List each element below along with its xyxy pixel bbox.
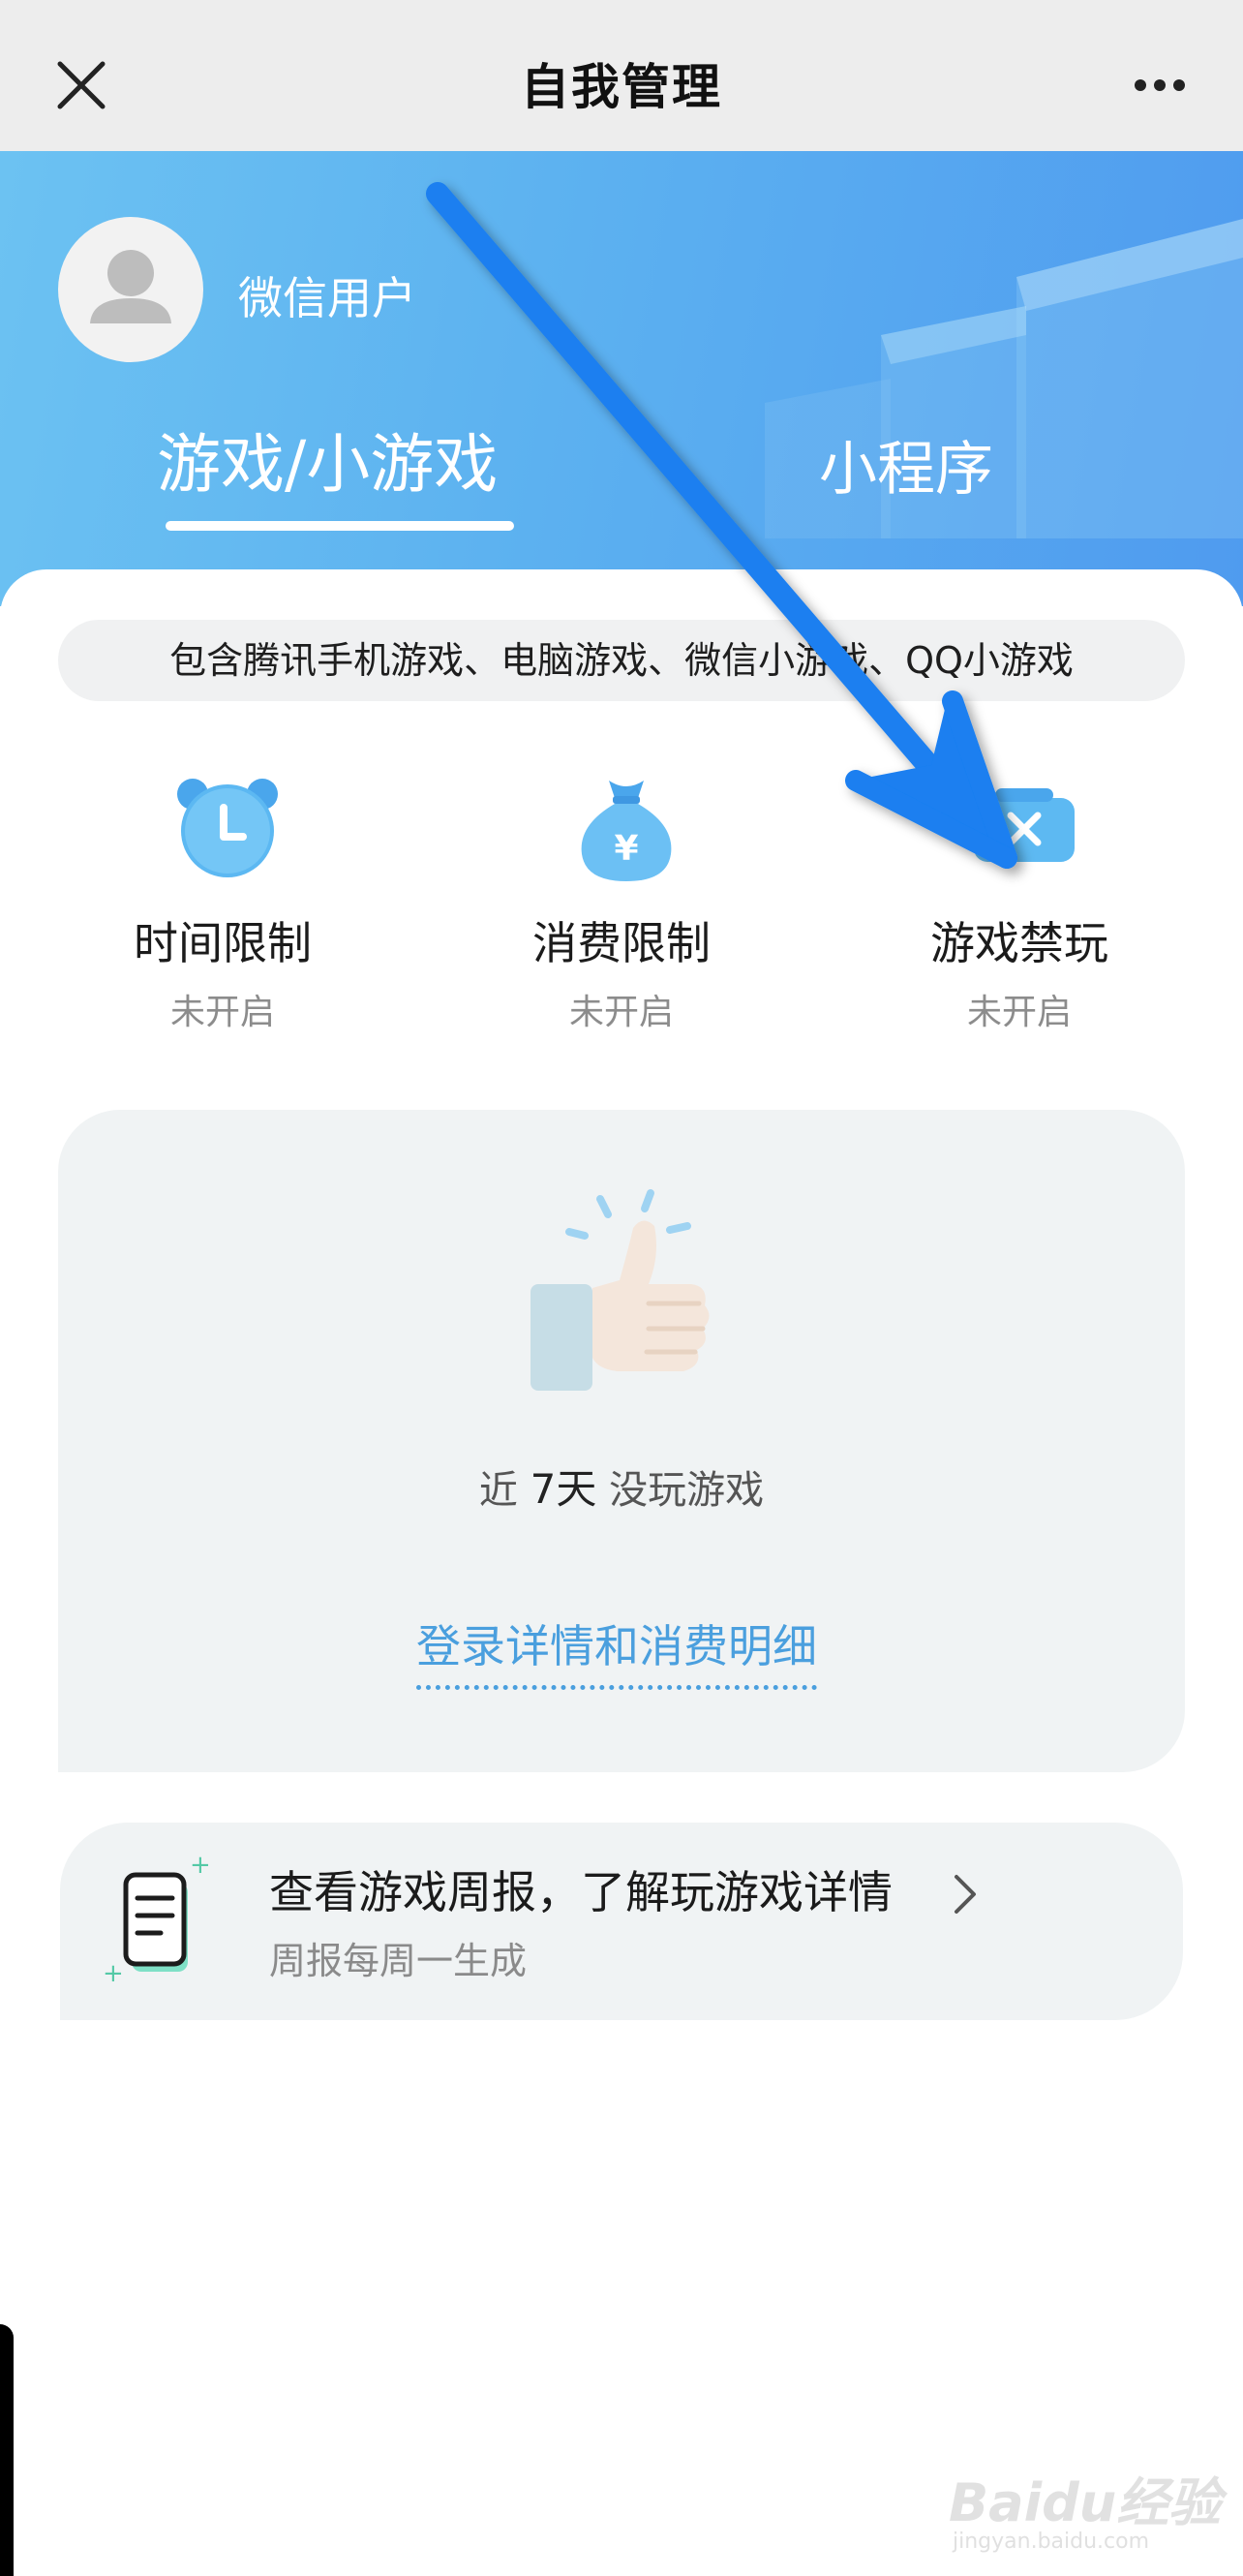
user-silhouette-icon [90, 250, 171, 323]
avatar[interactable] [58, 217, 203, 362]
feature-status: 未开启 [169, 993, 275, 1032]
stats-suffix: 没玩游戏 [609, 1468, 765, 1513]
report-document-icon: + + [105, 1855, 211, 1988]
tab-mini-programs[interactable]: 小程序 [819, 422, 993, 506]
play-stats-panel: 近 7天 没玩游戏 登录详情和消费明细 [58, 1110, 1185, 1772]
login-spending-details-link[interactable]: 登录详情和消费明细 [416, 1611, 817, 1690]
money-bag-icon: ¥ [568, 775, 675, 881]
feature-status: 未开启 [966, 993, 1072, 1032]
watermark-brand: Baidu经验 [949, 2472, 1222, 2533]
feature-label: 游戏禁玩 [930, 917, 1108, 969]
chevron-right-icon [955, 1875, 976, 1914]
weekly-report-banner[interactable]: + + 查看游戏周报，了解玩游戏详情 周报每周一生成 [60, 1823, 1183, 2020]
report-subtitle: 周报每周一生成 [269, 1940, 528, 1982]
nav-bar: 自我管理 [0, 0, 1243, 151]
alarm-clock-icon [169, 775, 278, 881]
feature-game-ban[interactable]: 游戏禁玩 未开启 [860, 775, 1179, 1036]
svg-text:+: + [190, 1855, 211, 1880]
stats-prefix: 近 [478, 1468, 518, 1513]
page-title: 自我管理 [521, 59, 722, 115]
tab-games[interactable]: 游戏/小游戏 [157, 413, 498, 506]
thumbs-up-icon [531, 1189, 710, 1391]
feature-time-limit[interactable]: 时间限制 未开启 [63, 775, 382, 1036]
edge-shadow [0, 2324, 14, 2576]
report-title: 查看游戏周报，了解玩游戏详情 [269, 1866, 893, 1918]
username: 微信用户 [238, 272, 416, 324]
coverage-note: 包含腾讯手机游戏、电脑游戏、微信小游戏、QQ小游戏 [58, 620, 1185, 701]
block-game-icon [966, 775, 1075, 881]
feature-spending-limit[interactable]: ¥ 消费限制 未开启 [462, 775, 781, 1036]
more-icon[interactable] [1131, 76, 1189, 95]
feature-label: 消费限制 [532, 917, 711, 969]
profile-header: 微信用户 游戏/小游戏 小程序 [0, 151, 1243, 606]
active-tab-indicator [166, 521, 514, 531]
watermark-url: jingyan.baidu.com [953, 2530, 1150, 2554]
feature-status: 未开启 [568, 993, 674, 1032]
feature-label: 时间限制 [134, 917, 312, 969]
baidu-watermark: Baidu经验 jingyan.baidu.com [949, 2460, 1222, 2554]
page: 自我管理 微信用户 游戏/小游戏 小程序 包含腾讯手机游戏、电脑游戏、微信小游戏… [0, 0, 1243, 2576]
svg-text:¥: ¥ [614, 829, 638, 869]
stats-summary: 近 7天 没玩游戏 [58, 1457, 1185, 1516]
svg-text:+: + [105, 1959, 124, 1988]
stats-days: 7天 [530, 1465, 597, 1513]
